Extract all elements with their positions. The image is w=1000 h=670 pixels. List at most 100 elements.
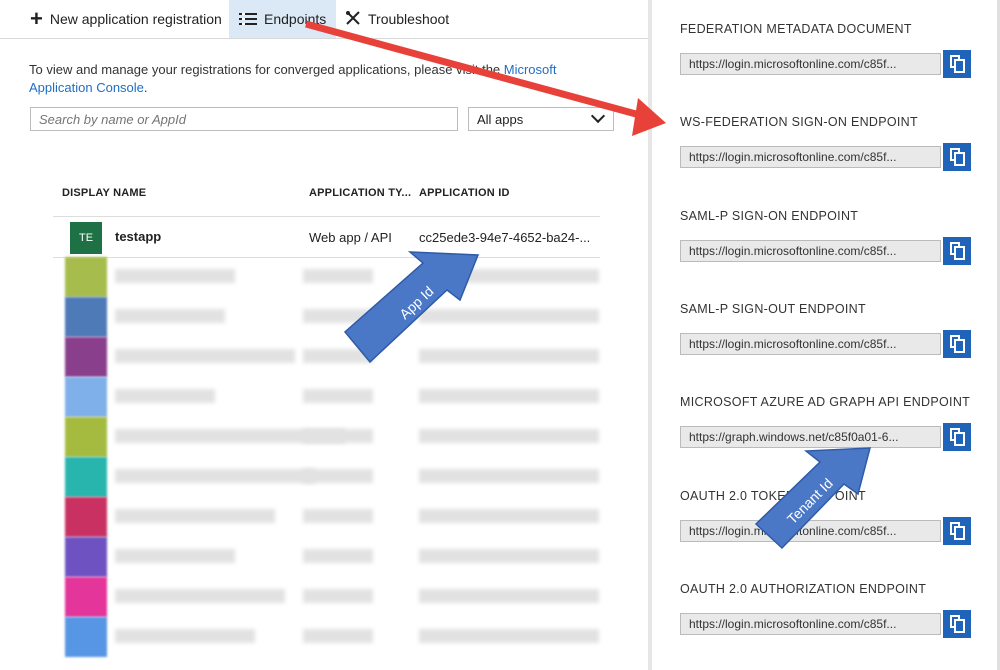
obscured-cell <box>419 509 599 523</box>
obscured-cell <box>303 509 373 523</box>
column-header-application-type[interactable]: APPLICATION TY... <box>309 187 411 199</box>
obscured-avatar <box>65 417 107 457</box>
obscured-cell <box>115 509 275 523</box>
obscured-avatar <box>65 337 107 377</box>
copy-button[interactable] <box>943 329 971 358</box>
copy-icon-front <box>954 59 965 73</box>
copy-button[interactable] <box>943 516 971 545</box>
endpoint-url-field[interactable]: https://login.microsoftonline.com/c85f..… <box>680 612 941 635</box>
list-icon <box>239 12 257 26</box>
copy-button[interactable] <box>943 609 971 638</box>
copy-icon-front <box>954 432 965 447</box>
endpoint-label: WS-FEDERATION SIGN-ON ENDPOINT <box>680 115 918 130</box>
intro-period: . <box>143 80 148 95</box>
endpoint-label: OAUTH 2.0 TOKEN ENDPOINT <box>680 488 866 503</box>
new-application-registration-button[interactable]: + New application registration <box>30 0 222 38</box>
app-id: cc25ede3-94e7-4652-ba24-... <box>419 230 591 245</box>
endpoint-label: SAML-P SIGN-OUT ENDPOINT <box>680 301 866 316</box>
troubleshoot-button[interactable]: Troubleshoot <box>345 0 449 38</box>
obscured-avatar <box>65 457 107 497</box>
obscured-cell <box>115 469 315 483</box>
copy-button[interactable] <box>943 236 971 265</box>
endpoint-url-field[interactable]: https://login.microsoftonline.com/c85f..… <box>680 146 941 169</box>
obscured-cell <box>419 589 599 603</box>
table-row[interactable] <box>53 617 600 657</box>
copy-icon-front <box>954 245 965 260</box>
obscured-cell <box>303 269 373 283</box>
table-row[interactable] <box>53 297 600 337</box>
column-header-application-id[interactable]: APPLICATION ID <box>419 187 510 199</box>
copy-button[interactable] <box>943 143 971 172</box>
intro-sentence: To view and manage your registrations fo… <box>29 62 504 77</box>
chevron-down-icon <box>590 108 606 124</box>
avatar: TE <box>70 222 102 254</box>
app-filter-value: All apps <box>477 112 524 127</box>
endpoint-label: SAML-P SIGN-ON ENDPOINT <box>680 208 859 223</box>
obscured-cell <box>303 589 373 603</box>
search-input[interactable] <box>30 107 458 131</box>
plus-icon: + <box>30 6 43 31</box>
obscured-cell <box>115 349 295 363</box>
endpoint-label: FEDERATION METADATA DOCUMENT <box>680 22 912 36</box>
table-row[interactable] <box>53 457 600 497</box>
obscured-cell <box>303 429 373 443</box>
endpoint-url-field[interactable]: https://login.microsoftonline.com/c85f..… <box>680 519 941 542</box>
endpoint-url-field[interactable]: https://login.microsoftonline.com/c85f..… <box>680 332 941 355</box>
obscured-avatar <box>65 257 107 297</box>
copy-icon-front <box>954 152 965 167</box>
intro-text: To view and manage your registrations fo… <box>29 61 599 97</box>
obscured-cell <box>419 269 599 283</box>
obscured-cell <box>419 389 599 403</box>
table-row[interactable] <box>53 257 600 297</box>
troubleshoot-label: Troubleshoot <box>368 11 450 27</box>
obscured-cell <box>303 389 373 403</box>
copy-icon-front <box>954 618 965 633</box>
obscured-cell <box>419 469 599 483</box>
obscured-cell <box>115 589 285 603</box>
table-row[interactable] <box>53 537 600 577</box>
app-name: testapp <box>115 229 162 244</box>
endpoints-blade: FEDERATION METADATA DOCUMENT https://logi… <box>652 0 1000 670</box>
obscured-avatar <box>65 377 107 417</box>
obscured-cell <box>303 549 373 563</box>
obscured-cell <box>419 429 599 443</box>
app-registrations-blade: + New application registration Endpoints… <box>0 0 648 670</box>
obscured-cell <box>419 549 599 563</box>
obscured-cell <box>419 309 599 323</box>
command-bar: + New application registration Endpoints… <box>0 0 648 39</box>
table-row[interactable] <box>53 417 600 457</box>
column-header-display-name[interactable]: DISPLAY NAME <box>62 187 146 199</box>
endpoint-url-field[interactable]: https://graph.windows.net/c85f0a01-6... <box>680 426 941 449</box>
endpoint-label: OAUTH 2.0 AUTHORIZATION ENDPOINT <box>680 581 927 596</box>
table-row[interactable] <box>53 497 600 537</box>
obscured-avatar <box>65 497 107 537</box>
endpoints-label: Endpoints <box>264 11 327 27</box>
obscured-avatar <box>65 577 107 617</box>
endpoint-label: MICROSOFT AZURE AD GRAPH API ENDPOINT <box>680 395 971 410</box>
copy-button[interactable] <box>943 423 971 452</box>
obscured-cell <box>115 309 225 323</box>
new-application-registration-label: New application registration <box>49 11 222 27</box>
endpoint-url-field[interactable]: https://login.microsoftonline.com/c85f..… <box>680 239 941 262</box>
obscured-cell <box>419 349 599 363</box>
obscured-cell <box>303 469 373 483</box>
wrench-icon <box>345 10 361 29</box>
obscured-avatar <box>65 297 107 337</box>
obscured-cell <box>303 309 373 323</box>
app-type: Web app / API <box>309 230 392 245</box>
obscured-avatar <box>65 617 107 657</box>
table-row[interactable] <box>53 577 600 617</box>
obscured-cell <box>115 629 255 643</box>
endpoints-button[interactable]: Endpoints <box>229 0 337 38</box>
table-row[interactable] <box>53 377 600 417</box>
endpoint-url-field[interactable]: https://login.microsoftonline.com/c85f..… <box>680 53 941 75</box>
table-row[interactable] <box>53 337 600 377</box>
copy-icon-front <box>954 338 965 353</box>
copy-button[interactable] <box>943 50 971 78</box>
obscured-cell <box>115 269 235 283</box>
obscured-avatar <box>65 537 107 577</box>
table-row[interactable]: TE testapp Web app / API cc25ede3-94e7-4… <box>53 216 600 258</box>
app-filter-dropdown[interactable]: All apps <box>468 107 614 131</box>
obscured-cell <box>115 389 215 403</box>
obscured-cell <box>115 549 235 563</box>
